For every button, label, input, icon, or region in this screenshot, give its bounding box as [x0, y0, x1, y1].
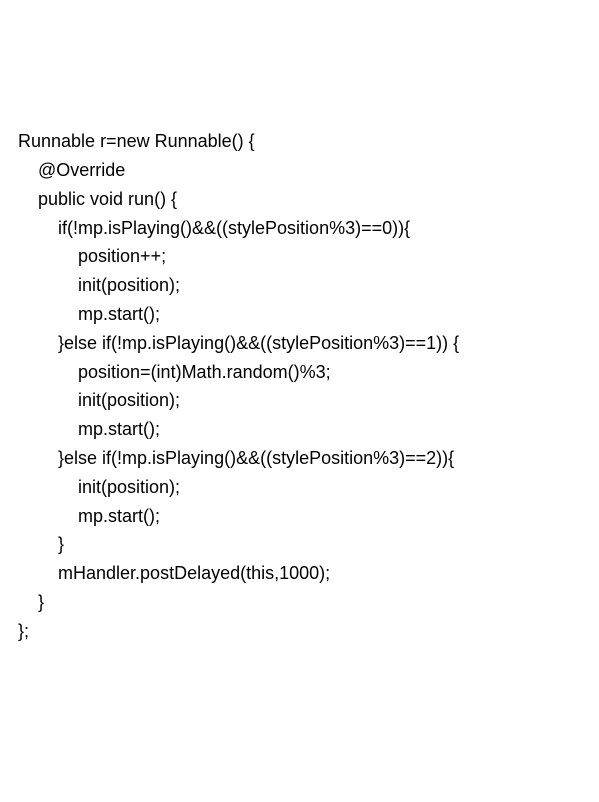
- code-line: Runnable r=new Runnable() {: [18, 131, 255, 151]
- code-line: }: [18, 534, 64, 554]
- code-line: init(position);: [18, 477, 180, 497]
- code-line: init(position);: [18, 275, 180, 295]
- code-line: position=(int)Math.random()%3;: [18, 362, 331, 382]
- code-block: Runnable r=new Runnable() { @Override pu…: [18, 127, 581, 645]
- code-line: public void run() {: [18, 189, 177, 209]
- code-line: init(position);: [18, 390, 180, 410]
- code-line: }else if(!mp.isPlaying()&&((stylePositio…: [18, 448, 454, 468]
- code-line: };: [18, 621, 29, 641]
- code-line: @Override: [18, 160, 125, 180]
- code-line: if(!mp.isPlaying()&&((stylePosition%3)==…: [18, 218, 410, 238]
- code-line: }: [18, 592, 44, 612]
- code-line: mp.start();: [18, 419, 160, 439]
- code-line: mp.start();: [18, 304, 160, 324]
- code-line: mHandler.postDelayed(this,1000);: [18, 563, 330, 583]
- code-line: mp.start();: [18, 506, 160, 526]
- code-line: position++;: [18, 246, 166, 266]
- code-line: }else if(!mp.isPlaying()&&((stylePositio…: [18, 333, 459, 353]
